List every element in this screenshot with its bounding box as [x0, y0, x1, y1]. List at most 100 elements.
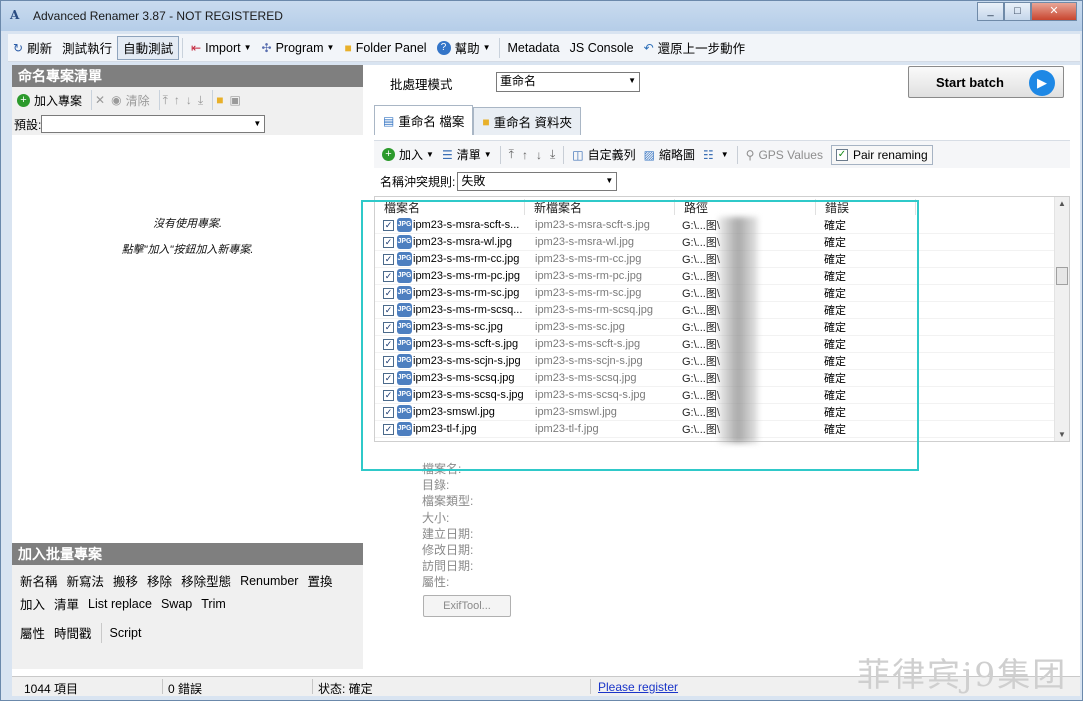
undo-icon: ↶ [643, 40, 654, 55]
refresh-button[interactable]: ↻ 刷新 [8, 36, 57, 60]
batch-remove-pattern[interactable]: 移除型態 [181, 571, 231, 590]
scroll-up-icon[interactable]: ▲ [1058, 199, 1066, 208]
chevron-down-icon: ▼ [426, 150, 434, 159]
move-down-button[interactable]: ↓ [186, 93, 192, 107]
status-divider [312, 679, 313, 694]
move-up-button[interactable]: ↑ [174, 93, 180, 107]
batch-replace[interactable]: 置換 [307, 571, 332, 590]
chevron-down-icon: ▼ [628, 76, 636, 85]
move-top-button[interactable]: ⤒ [163, 93, 168, 108]
toolbar-divider [91, 90, 93, 110]
maximize-button[interactable]: □ [1004, 2, 1031, 21]
list-menu[interactable]: ☰ 清單 ▼ [442, 146, 492, 163]
gps-values-button[interactable]: ⚲ GPS Values [746, 148, 823, 162]
move-top-button[interactable]: ⤒ [509, 147, 514, 162]
js-console-button[interactable]: JS Console [565, 36, 639, 60]
chevron-down-icon: ▼ [243, 43, 252, 52]
toolbar-divider [182, 37, 184, 58]
batch-attributes[interactable]: 屬性 [20, 623, 45, 642]
add-project-button[interactable]: + 加入專案 [17, 92, 82, 109]
auto-test-toggle[interactable]: 自動測試 [117, 35, 180, 60]
empty-message-line1: 沒有使用專案. [152, 218, 223, 230]
test-run-button[interactable]: 測試執行 [57, 36, 117, 60]
add-icon: + [382, 148, 395, 161]
minimize-button[interactable]: _ [977, 2, 1004, 21]
image-icon: ▨ [643, 147, 655, 162]
folder-panel-button[interactable]: ■ Folder Panel [339, 36, 431, 60]
scroll-down-icon[interactable]: ▼ [1058, 430, 1066, 439]
refresh-label: 刷新 [27, 42, 53, 56]
import-menu[interactable]: ⇤ Import ▼ [186, 36, 256, 60]
arrow-up-icon: ↑ [521, 147, 528, 162]
move-bottom-button[interactable]: ⤓ [198, 93, 203, 108]
batch-trim[interactable]: Trim [201, 597, 226, 611]
move-bottom-button[interactable]: ⤓ [550, 147, 555, 162]
add-files-menu[interactable]: + 加入 ▼ [382, 146, 434, 163]
batch-new-case[interactable]: 新寫法 [67, 571, 105, 590]
file-toolbar: + 加入 ▼ ☰ 清單 ▼ ⤒ ↑ ↓ ⤓ ◫ 自定義列 ▨ 縮略圖 ☷ ▼ ⚲… [374, 140, 1070, 168]
info-created: 建立日期: [422, 526, 474, 541]
batch-move[interactable]: 搬移 [113, 571, 138, 590]
tab-rename-files[interactable]: ▤ 重命名 檔案 [374, 105, 474, 135]
batch-remove[interactable]: 移除 [147, 571, 172, 590]
program-menu[interactable]: ✣ Program ▼ [257, 36, 340, 60]
status-divider [162, 679, 163, 694]
delete-button[interactable]: ✕ [95, 93, 105, 107]
move-up-button[interactable]: ↑ [522, 148, 528, 162]
preset-select[interactable]: ▼ [41, 115, 266, 133]
grid-scrollbar[interactable]: ▲ ▼ [1054, 197, 1069, 441]
status-divider [590, 679, 591, 694]
batch-new-name[interactable]: 新名稱 [20, 571, 58, 590]
chevron-down-icon: ▼ [326, 43, 335, 52]
help-icon: ? [436, 40, 451, 55]
status-errors: 0 錯誤 [168, 682, 203, 696]
register-link[interactable]: Please register [598, 680, 678, 694]
folder-icon: ■ [216, 93, 224, 107]
batch-renumber[interactable]: Renumber [240, 574, 298, 588]
toolbar-divider [158, 90, 160, 110]
method-list-area[interactable]: 沒有使用專案. 點擊"加入"按鈕加入新專案. [12, 135, 363, 543]
scrollbar-thumb[interactable] [1056, 267, 1068, 285]
undo-button[interactable]: ↶ 還原上一步動作 [639, 36, 751, 60]
batch-timestamp[interactable]: 時間戳 [54, 623, 92, 642]
columns-icon: ◫ [572, 147, 584, 162]
batch-script[interactable]: Script [110, 626, 142, 640]
tab-rename-files-label: 重命名 檔案 [398, 115, 465, 129]
batch-list[interactable]: 清單 [54, 594, 79, 613]
eye-icon: ◉ [111, 93, 122, 107]
program-icon: ✣ [261, 40, 272, 55]
batch-list-replace[interactable]: List replace [88, 597, 152, 611]
view-menu[interactable]: ☷ ▼ [703, 148, 729, 162]
move-down-button[interactable]: ↓ [536, 148, 542, 162]
metadata-button[interactable]: Metadata [503, 36, 565, 60]
batch-swap[interactable]: Swap [161, 597, 192, 611]
method-list-toolbar: + 加入專案 ✕ ◉ 清除 ⤒ ↑ ↓ ⤓ ■ ▣ [12, 87, 363, 113]
info-size: 大小: [422, 510, 450, 525]
tab-rename-folders[interactable]: ■ 重命名 資料夾 [473, 107, 582, 135]
clear-button[interactable]: ◉ 清除 [111, 92, 150, 109]
watermark-text: 菲律宾j9集团 [857, 655, 1068, 694]
start-batch-button[interactable]: Start batch ▶ [908, 66, 1064, 98]
list-icon: ☰ [441, 147, 453, 162]
save-preset-button[interactable]: ▣ [229, 93, 240, 107]
info-attributes: 屬性: [422, 575, 450, 590]
custom-columns-button[interactable]: ◫ 自定義列 [572, 146, 635, 163]
add-files-label: 加入 [399, 148, 424, 162]
conflict-rule-select[interactable]: 失敗 ▼ [457, 172, 618, 191]
import-icon: ⇤ [191, 40, 202, 55]
batch-add[interactable]: 加入 [20, 594, 45, 613]
help-menu[interactable]: ? 幫助 ▼ [432, 36, 496, 60]
file-icon: ▤ [383, 113, 395, 128]
exiftool-button[interactable]: ExifTool... [423, 595, 511, 617]
close-button[interactable]: ✕ [1031, 2, 1077, 21]
thumbnails-button[interactable]: ▨ 縮略圖 [644, 146, 695, 163]
custom-columns-label: 自定義列 [587, 148, 636, 162]
pair-renaming-toggle[interactable]: ✓ Pair renaming [830, 144, 933, 165]
open-preset-button[interactable]: ■ [216, 93, 223, 107]
refresh-icon: ↻ [13, 40, 24, 55]
import-label: Import [205, 40, 241, 55]
conflict-rule-row: 名稱沖突規則: 失敗 ▼ [380, 172, 618, 191]
arrow-bottom-icon: ⤓ [197, 92, 204, 107]
title-bar[interactable]: A Advanced Renamer 3.87 - NOT REGISTERED… [1, 1, 1082, 31]
batch-mode-select[interactable]: 重命名 ▼ [496, 72, 640, 92]
